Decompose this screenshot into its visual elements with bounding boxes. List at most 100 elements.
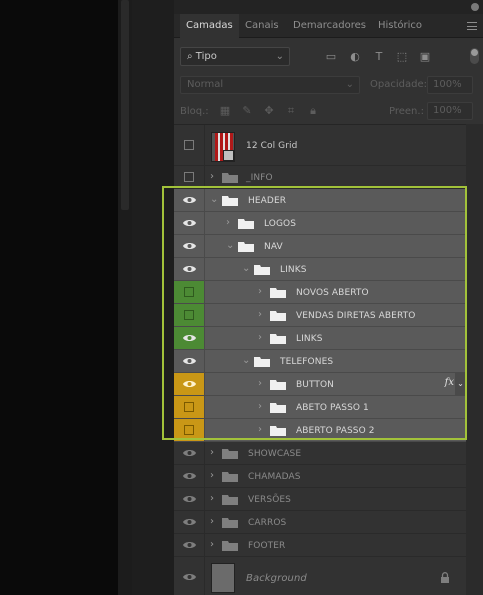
- filter-kind-select[interactable]: ⌕ Tipo ⌄: [180, 47, 290, 66]
- lock-position-icon[interactable]: ✥: [262, 104, 276, 118]
- layer-row-abeto-passo-1[interactable]: › ABETO PASSO 1: [174, 396, 466, 419]
- lock-transparency-icon[interactable]: ▦: [218, 104, 232, 118]
- visibility-toggle[interactable]: [174, 396, 205, 418]
- layer-row-logos[interactable]: › LOGOS: [174, 212, 466, 235]
- tab-history[interactable]: Histórico: [372, 14, 428, 38]
- visibility-toggle[interactable]: [174, 442, 205, 464]
- visibility-toggle[interactable]: [174, 166, 205, 188]
- layer-row-12-col-grid[interactable]: 12 Col Grid: [174, 125, 466, 166]
- tab-layers[interactable]: Camadas: [180, 14, 239, 38]
- layer-row-chamadas[interactable]: › CHAMADAS: [174, 465, 466, 488]
- fill-field[interactable]: 100%: [427, 102, 473, 120]
- opacity-field[interactable]: 100%: [427, 76, 473, 94]
- layer-row-info[interactable]: › _INFO: [174, 166, 466, 189]
- eye-icon[interactable]: [183, 573, 196, 581]
- effects-dropdown-chevron-icon[interactable]: ⌄: [455, 373, 466, 395]
- chevron-right-icon[interactable]: ›: [226, 218, 234, 228]
- chevron-right-icon[interactable]: ›: [210, 448, 218, 458]
- visibility-off-box[interactable]: [184, 425, 194, 435]
- lock-pixels-icon[interactable]: ✎: [240, 104, 254, 118]
- layer-row-background[interactable]: Background: [174, 557, 466, 595]
- chevron-right-icon[interactable]: ›: [210, 517, 218, 527]
- chevron-right-icon[interactable]: ›: [210, 494, 218, 504]
- shape-filter-icon[interactable]: ⬚: [395, 50, 409, 64]
- layer-row-novos-aberto[interactable]: › NOVOS ABERTO: [174, 281, 466, 304]
- layers-scrollbar-track[interactable]: [466, 124, 483, 595]
- chevron-right-icon[interactable]: ›: [210, 172, 218, 182]
- type-filter-icon[interactable]: T: [372, 50, 386, 64]
- layer-row-footer[interactable]: › FOOTER: [174, 534, 466, 557]
- layer-row-telefones[interactable]: ⌄ TELEFONES: [174, 350, 466, 373]
- chevron-right-icon[interactable]: ›: [210, 540, 218, 550]
- adjustment-filter-icon[interactable]: ◐: [348, 50, 362, 64]
- eye-icon[interactable]: [183, 472, 196, 480]
- tab-paths[interactable]: Demarcadores: [287, 14, 372, 38]
- filter-toggle[interactable]: [470, 48, 479, 64]
- eye-icon[interactable]: [183, 495, 196, 503]
- blend-mode-select[interactable]: Normal ⌄: [180, 76, 360, 94]
- layer-effects-icon[interactable]: fx: [445, 377, 454, 388]
- visibility-toggle[interactable]: [174, 189, 205, 211]
- smart-object-filter-icon[interactable]: ▣: [418, 50, 432, 64]
- panel-menu-icon[interactable]: [467, 22, 477, 30]
- eye-icon[interactable]: [183, 518, 196, 526]
- tab-channels[interactable]: Canais: [239, 14, 285, 38]
- visibility-toggle[interactable]: [174, 235, 205, 257]
- panel-grip-icon[interactable]: [471, 3, 479, 11]
- layer-row-header[interactable]: ⌄ HEADER: [174, 189, 466, 212]
- visibility-toggle[interactable]: [174, 419, 205, 441]
- layer-row-showcase[interactable]: › SHOWCASE: [174, 442, 466, 465]
- visibility-off-box[interactable]: [184, 287, 194, 297]
- eye-icon[interactable]: [183, 196, 196, 204]
- chevron-right-icon[interactable]: ›: [210, 471, 218, 481]
- lock-artboard-icon[interactable]: ⌗: [284, 104, 298, 118]
- chevron-down-icon[interactable]: ⌄: [210, 195, 218, 205]
- visibility-off-box[interactable]: [184, 172, 194, 182]
- visibility-toggle[interactable]: [174, 534, 205, 556]
- visibility-toggle[interactable]: [174, 373, 205, 395]
- chevron-right-icon[interactable]: ›: [258, 402, 266, 412]
- lock-all-icon[interactable]: 🔒︎: [306, 104, 320, 118]
- chevron-right-icon[interactable]: ›: [258, 379, 266, 389]
- visibility-toggle[interactable]: [174, 258, 205, 280]
- visibility-toggle[interactable]: [174, 125, 205, 165]
- eye-icon[interactable]: [183, 541, 196, 549]
- layer-row-nav[interactable]: ⌄ NAV: [174, 235, 466, 258]
- chevron-down-icon[interactable]: ⌄: [242, 356, 250, 366]
- layer-row-aberto-passo-2[interactable]: › ABERTO PASSO 2: [174, 419, 466, 442]
- visibility-toggle[interactable]: [174, 281, 205, 303]
- chevron-right-icon[interactable]: ›: [258, 310, 266, 320]
- document-canvas[interactable]: [0, 0, 118, 595]
- eye-icon[interactable]: [183, 334, 196, 342]
- visibility-toggle[interactable]: [174, 304, 205, 326]
- eye-icon[interactable]: [183, 357, 196, 365]
- layer-row-links-group[interactable]: ⌄ LINKS: [174, 258, 466, 281]
- eye-icon[interactable]: [183, 242, 196, 250]
- visibility-toggle[interactable]: [174, 557, 205, 595]
- layer-row-carros[interactable]: › CARROS: [174, 511, 466, 534]
- eye-icon[interactable]: [183, 219, 196, 227]
- visibility-off-box[interactable]: [184, 310, 194, 320]
- canvas-scroll-thumb[interactable]: [121, 0, 129, 210]
- eye-icon[interactable]: [183, 380, 196, 388]
- image-filter-icon[interactable]: ▭: [324, 50, 338, 64]
- visibility-toggle[interactable]: [174, 465, 205, 487]
- visibility-off-box[interactable]: [184, 140, 194, 150]
- visibility-toggle[interactable]: [174, 350, 205, 372]
- eye-icon[interactable]: [183, 449, 196, 457]
- chevron-down-icon[interactable]: ⌄: [242, 264, 250, 274]
- canvas-scrollbar[interactable]: [118, 0, 132, 595]
- chevron-down-icon[interactable]: ⌄: [226, 241, 234, 251]
- visibility-toggle[interactable]: [174, 488, 205, 510]
- visibility-toggle[interactable]: [174, 327, 205, 349]
- layer-row-links[interactable]: › LINKS: [174, 327, 466, 350]
- chevron-right-icon[interactable]: ›: [258, 333, 266, 343]
- layer-row-button[interactable]: › BUTTON fx: [174, 373, 466, 396]
- chevron-right-icon[interactable]: ›: [258, 425, 266, 435]
- layer-row-versoes[interactable]: › VERSÕES: [174, 488, 466, 511]
- layer-row-vendas-diretas-aberto[interactable]: › VENDAS DIRETAS ABERTO: [174, 304, 466, 327]
- chevron-right-icon[interactable]: ›: [258, 287, 266, 297]
- eye-icon[interactable]: [183, 265, 196, 273]
- visibility-toggle[interactable]: [174, 212, 205, 234]
- visibility-toggle[interactable]: [174, 511, 205, 533]
